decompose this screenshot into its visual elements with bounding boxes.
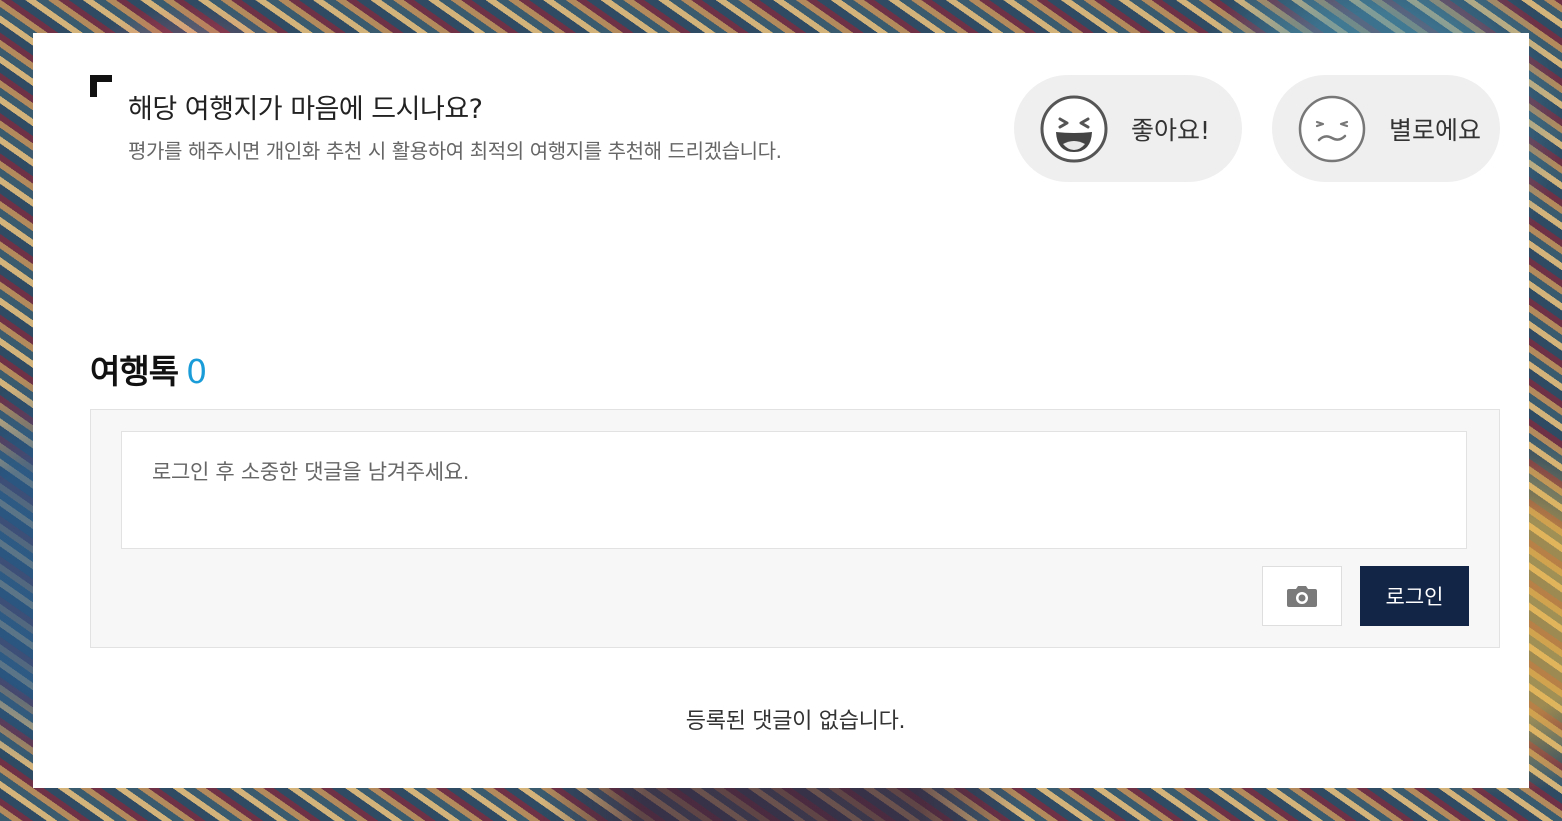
login-button[interactable]: 로그인 — [1360, 566, 1469, 626]
dislike-label: 별로에요 — [1389, 115, 1482, 145]
comment-input[interactable]: 로그인 후 소중한 댓글을 남겨주세요. — [121, 431, 1467, 549]
rating-title: 해당 여행지가 마음에 드시나요? — [128, 94, 483, 125]
comment-count: 0 — [186, 352, 207, 391]
comment-form: 로그인 후 소중한 댓글을 남겨주세요. 로그인 — [90, 409, 1500, 648]
laughing-face-icon — [1040, 95, 1108, 162]
empty-comments-message: 등록된 댓글이 없습니다. — [685, 709, 906, 734]
talk-heading: 여행톡 0 — [90, 345, 207, 393]
like-button[interactable]: 좋아요! — [1014, 75, 1242, 182]
photo-upload-button[interactable] — [1262, 566, 1342, 626]
dislike-button[interactable]: 별로에요 — [1272, 75, 1500, 182]
content-card: 해당 여행지가 마음에 드시나요? 평가를 해주시면 개인화 추천 시 활용하여… — [33, 33, 1529, 788]
like-label: 좋아요! — [1131, 115, 1211, 145]
camera-icon — [1287, 586, 1317, 607]
rating-description: 평가를 해주시면 개인화 추천 시 활용하여 최적의 여행지를 추천해 드리겠습… — [128, 139, 782, 163]
frowning-face-icon — [1298, 95, 1366, 162]
talk-title: 여행톡 — [90, 352, 179, 391]
corner-bracket-icon — [90, 75, 112, 97]
